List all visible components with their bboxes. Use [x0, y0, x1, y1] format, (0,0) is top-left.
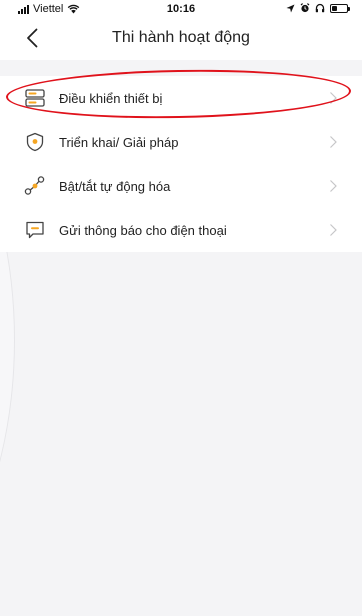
alarm-icon — [300, 3, 310, 13]
action-label: Bật/tắt tự động hóa — [59, 178, 171, 194]
action-label: Điều khiển thiết bị — [59, 90, 163, 106]
battery-icon — [330, 3, 350, 13]
headphones-icon — [315, 3, 325, 13]
device-control-icon — [24, 87, 46, 109]
status-bar: Viettel 10:16 — [0, 0, 362, 18]
chevron-right-icon — [330, 136, 337, 148]
nav-bar: Thi hành hoạt động — [0, 18, 362, 60]
shield-icon — [24, 131, 46, 153]
action-list: Điều khiển thiết bị Triển khai/ Giải phá… — [0, 76, 362, 252]
battery-level — [332, 5, 337, 11]
action-label: Gửi thông báo cho điện thoại — [59, 222, 227, 238]
action-label: Triển khai/ Giải pháp — [59, 134, 179, 150]
action-item-device-control[interactable]: Điều khiển thiết bị — [0, 76, 362, 120]
action-item-deploy-solution[interactable]: Triển khai/ Giải pháp — [0, 120, 362, 164]
page-title: Thi hành hoạt động — [112, 29, 250, 46]
action-item-toggle-automation[interactable]: Bật/tắt tự động hóa — [0, 164, 362, 208]
location-icon — [286, 4, 295, 12]
status-right — [286, 3, 350, 13]
chevron-right-icon — [330, 92, 337, 104]
message-icon — [24, 219, 46, 241]
action-item-send-notification[interactable]: Gửi thông báo cho điện thoại — [0, 208, 362, 252]
app-screen: Viettel 10:16 Thi hành hoạt động Điều kh… — [0, 0, 362, 616]
chevron-right-icon — [330, 224, 337, 236]
automation-icon — [24, 175, 46, 197]
chevron-right-icon — [330, 180, 337, 192]
